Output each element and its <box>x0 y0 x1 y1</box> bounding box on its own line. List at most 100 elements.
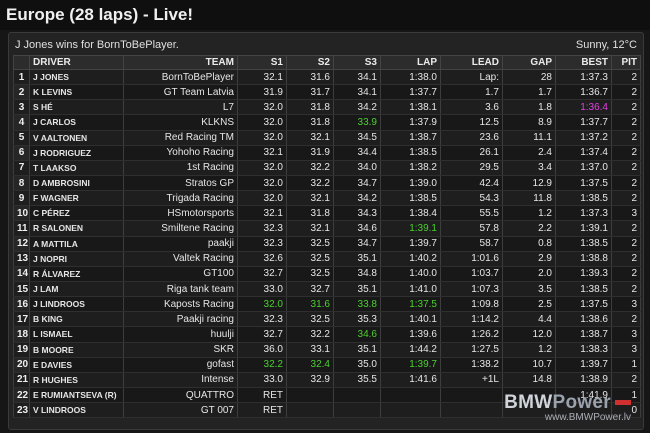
cell-s2: 31.9 <box>286 145 334 161</box>
table-row[interactable]: 2K LEVINS GT Team Latvia 31.9 31.7 34.1 1:37.… <box>13 84 641 101</box>
cell-s3: 34.6 <box>333 220 381 237</box>
table-row[interactable]: 16 J LINDROOS Kaposts Racing 32.0 31.6 33.8 1:… <box>13 296 641 313</box>
cell-best: 1:38.6 <box>555 311 612 328</box>
table-row[interactable]: 11 R SALONEN Smiltene Racing 32.3 32.1 34.6 1:… <box>13 220 641 237</box>
table-row[interactable]: 5V AALTONEN Red Racing TM 32.0 32.1 34.5 1:38… <box>13 130 641 146</box>
table-row[interactable]: 3S HÉ L7 32.0 31.8 34.2 1:38.1 3.6 1.8 1:36.4 2 <box>13 99 641 116</box>
cell-best: 1:38.8 <box>555 251 612 267</box>
cell-pos: 14 <box>13 266 30 282</box>
cell-s1: 32.0 <box>237 160 287 176</box>
cell-lead: 57.8 <box>440 220 503 237</box>
cell-lead: 26.1 <box>440 145 503 161</box>
cell-team: Paakji racing <box>123 311 238 328</box>
column-header-pit[interactable]: PIT <box>611 55 641 70</box>
cell-best: 1:37.5 <box>555 175 612 192</box>
cell-team: BornToBePlayer <box>123 69 238 86</box>
cell-s2: 32.4 <box>286 357 334 373</box>
cell-best: 1:38.5 <box>555 281 612 298</box>
table-row[interactable]: 13 J NOPRI Valtek Racing 32.6 32.5 35.1 1:40.2… <box>13 251 641 267</box>
column-header-team[interactable]: TEAM <box>123 55 238 70</box>
info-bar: J Jones wins for BornToBePlayer. Sunny, … <box>15 37 639 53</box>
cell-s2: 32.1 <box>286 220 334 237</box>
cell-gap: 1.7 <box>502 84 556 101</box>
cell-s3: 35.5 <box>333 372 381 388</box>
cell-pit: 3 <box>611 296 641 313</box>
cell-best: 1:38.3 <box>555 342 612 358</box>
column-header-lap[interactable]: LAP <box>380 55 441 70</box>
cell-team: Yohoho Racing <box>123 145 238 161</box>
column-header-pos[interactable] <box>13 55 30 70</box>
cell-gap: 1.2 <box>502 205 556 222</box>
cell-pos: 3 <box>13 99 30 116</box>
table-row[interactable]: 6J RODRIGUEZ Yohoho Racing 32.1 31.9 34.4 1:3… <box>13 145 641 161</box>
cell-best: 1:36.7 <box>555 84 612 101</box>
cell-lap: 1:38.2 <box>380 160 441 176</box>
cell-lead: 1:27.5 <box>440 342 503 358</box>
table-row[interactable]: 20 E DAVIES gofast 32.2 32.4 35.0 1:39.7 1:38.2… <box>13 357 641 373</box>
table-row[interactable]: 4J CARLOS KLKNS 32.0 31.8 33.9 1:37.9 12.5 8.9 1… <box>13 114 641 131</box>
cell-gap: 28 <box>502 69 556 86</box>
cell-lead: 58.7 <box>440 236 503 252</box>
column-header-best[interactable]: BEST <box>555 55 612 70</box>
table-row[interactable]: 21 R HUGHES Intense 33.0 32.9 35.5 1:41.6 +1L 14… <box>13 372 641 388</box>
cell-pos: 7 <box>13 160 30 176</box>
cell-pos: 13 <box>13 251 30 267</box>
table-row[interactable]: 8D AMBROSINI Stratos GP 32.0 32.2 34.7 1:39.0… <box>13 175 641 192</box>
cell-lead: +1L <box>440 372 503 388</box>
cell-driver: D AMBROSINI <box>29 175 124 192</box>
cell-s2: 32.5 <box>286 236 334 252</box>
cell-team: HSmotorsports <box>123 205 238 222</box>
cell-lap: 1:37.5 <box>380 296 441 313</box>
cell-s3: 33.8 <box>333 296 381 313</box>
cell-pos: 19 <box>13 342 30 358</box>
table-row[interactable]: 19 B MOORE SKR 36.0 33.1 35.1 1:44.2 1:27.5 1.2 1… <box>13 342 641 358</box>
table-row[interactable]: 12 A MATTILA paakji 32.3 32.5 34.7 1:39.7 58.7 0… <box>13 236 641 252</box>
cell-s2: 33.1 <box>286 342 334 358</box>
cell-pos: 2 <box>13 84 30 101</box>
cell-s3: 35.1 <box>333 281 381 298</box>
cell-pos: 21 <box>13 372 30 388</box>
column-header-s1[interactable]: S1 <box>237 55 287 70</box>
table-row[interactable]: 7T LAAKSO 1st Racing 32.0 32.2 34.0 1:38.2 29.… <box>13 160 641 176</box>
table-row[interactable]: 17 B KING Paakji racing 32.3 32.5 35.3 1:40.1 1… <box>13 311 641 328</box>
cell-team: huulji <box>123 326 238 343</box>
cell-gap: 2.0 <box>502 266 556 282</box>
column-header-gap[interactable]: GAP <box>502 55 556 70</box>
cell-gap: 2.9 <box>502 251 556 267</box>
table-row[interactable]: 9F WAGNER Trigada Racing 32.0 32.1 34.2 1:38.… <box>13 190 641 207</box>
race-message: J Jones wins for BornToBePlayer. <box>15 39 179 51</box>
column-header-s2[interactable]: S2 <box>286 55 334 70</box>
cell-gap: 0.8 <box>502 236 556 252</box>
column-header-s3[interactable]: S3 <box>333 55 381 70</box>
table-row[interactable]: 1J JONES BornToBePlayer 32.1 31.6 34.1 1:38.0… <box>13 69 641 86</box>
cell-driver: R HUGHES <box>29 372 124 388</box>
column-header-driver[interactable]: DRIVER <box>29 55 124 70</box>
cell-s2: 31.8 <box>286 99 334 116</box>
cell-pit: 2 <box>611 160 641 176</box>
cell-best: 1:37.2 <box>555 130 612 146</box>
table-row[interactable]: 15 J LAM Riga tank team 33.0 32.7 35.1 1:41.0 1… <box>13 281 641 298</box>
cell-gap: 1.2 <box>502 342 556 358</box>
cell-s1: 32.0 <box>237 190 287 207</box>
cell-pit: 2 <box>611 220 641 237</box>
table-row[interactable]: 10 C PÉREZ HSmotorsports 32.1 31.8 34.3 1:38.4… <box>13 205 641 222</box>
cell-driver: V AALTONEN <box>29 130 124 146</box>
cell-s3: 34.7 <box>333 175 381 192</box>
cell-lead: 1:03.7 <box>440 266 503 282</box>
cell-pos: 20 <box>13 357 30 373</box>
cell-driver: J LINDROOS <box>29 296 124 313</box>
cell-team: Intense <box>123 372 238 388</box>
table-row[interactable]: 18 L ISMAEL huulji 32.7 32.2 34.6 1:39.6 1:26.2… <box>13 326 641 343</box>
cell-s2: 31.6 <box>286 296 334 313</box>
column-header-lead[interactable]: LEAD <box>440 55 503 70</box>
cell-s3 <box>333 387 381 404</box>
cell-pit: 2 <box>611 69 641 86</box>
cell-lead: 1:01.6 <box>440 251 503 267</box>
table-row[interactable]: 14 R ÁLVAREZ GT100 32.7 32.5 34.8 1:40.0 1:03.7… <box>13 266 641 282</box>
cell-s3: 35.3 <box>333 311 381 328</box>
cell-lead: 1:38.2 <box>440 357 503 373</box>
cell-s1: 36.0 <box>237 342 287 358</box>
cell-lap: 1:38.7 <box>380 130 441 146</box>
cell-s3: 35.1 <box>333 342 381 358</box>
cell-lap: 1:40.0 <box>380 266 441 282</box>
